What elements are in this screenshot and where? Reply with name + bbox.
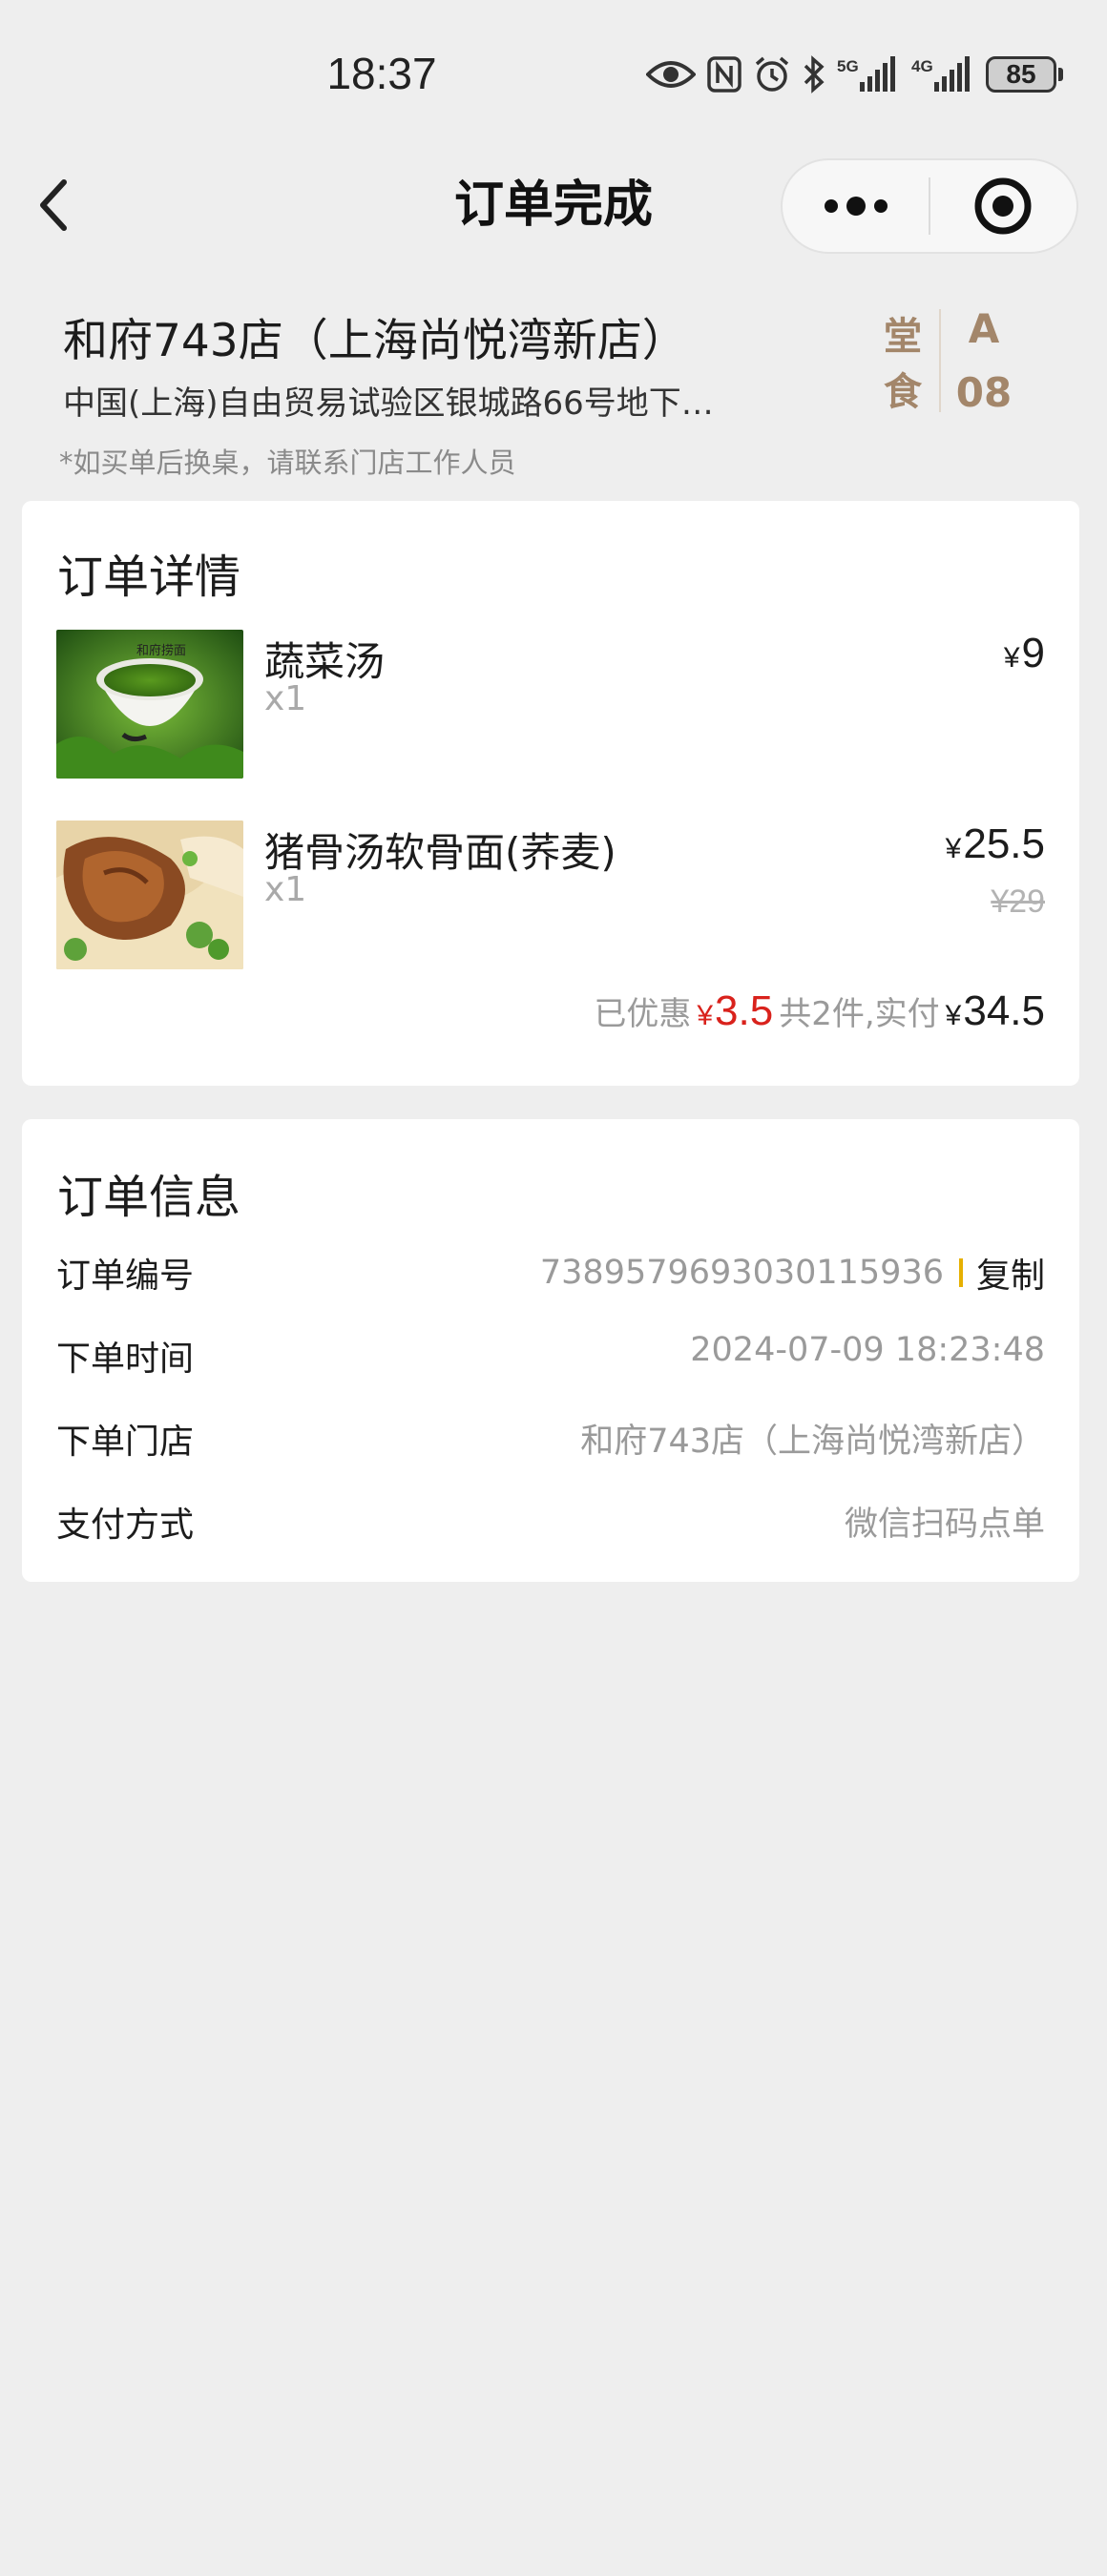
store-name: 和府743店（上海尚悦湾新店） — [63, 315, 687, 367]
order-info-card: 订单信息 订单编号 7389579693030115936 复制 下单时间 20… — [22, 1119, 1079, 1582]
info-value: 7389579693030115936 复制 — [540, 1248, 1045, 1298]
svg-text:和府捞面: 和府捞面 — [136, 643, 186, 658]
battery-icon: 85 — [986, 56, 1063, 93]
target-close-icon — [974, 177, 1032, 235]
more-dots-icon — [824, 197, 888, 216]
info-label: 订单编号 — [56, 1257, 195, 1296]
info-label: 下单时间 — [56, 1340, 195, 1379]
close-miniprogram-button[interactable] — [930, 160, 1076, 252]
list-item[interactable]: 和府捞面 蔬菜汤 x1 ¥9 — [56, 630, 1045, 782]
copy-button[interactable]: 复制 — [976, 1248, 1045, 1298]
copy-divider — [958, 1258, 963, 1287]
store-address: 中国(上海)自由贸易试验区银城路66号地下… — [63, 384, 714, 423]
item-count-label: 共2件,实付 — [779, 995, 940, 1033]
store-header: 和府743店（上海尚悦湾新店） 中国(上海)自由贸易试验区银城路66号地下… — [63, 303, 846, 424]
back-button[interactable] — [25, 172, 82, 239]
item-quantity: x1 — [264, 870, 307, 909]
status-time: 18:37 — [326, 49, 437, 98]
info-value: 2024-07-09 18:23:48 — [690, 1331, 1045, 1369]
item-name: 猪骨汤软骨面(荞麦) — [264, 829, 616, 876]
order-detail-title: 订单详情 — [57, 551, 241, 604]
info-row-payment-method: 支付方式 微信扫码点单 — [56, 1497, 1045, 1545]
item-price: ¥25.5 — [945, 821, 1045, 867]
item-price: ¥9 — [1003, 630, 1045, 676]
order-summary: 已优惠 ¥3.5 共2件,实付 ¥34.5 — [594, 987, 1045, 1035]
chevron-left-icon — [40, 179, 67, 231]
total-paid: ¥34.5 — [945, 987, 1045, 1034]
nav-bar: 订单完成 — [0, 143, 1107, 267]
bluetooth-icon — [803, 55, 825, 93]
status-bar: 18:37 5G 4G 85 — [0, 0, 1107, 143]
svg-text:4G: 4G — [911, 57, 933, 75]
info-label: 下单门店 — [56, 1423, 195, 1462]
eye-icon — [646, 57, 696, 92]
list-item[interactable]: 猪骨汤软骨面(荞麦) x1 ¥25.5 ¥29 — [56, 821, 1045, 973]
item-image-vegetable-soup: 和府捞面 — [56, 630, 243, 779]
info-value: 微信扫码点单 — [844, 1506, 1045, 1544]
dine-type: 堂 食 — [884, 315, 922, 414]
table-change-notice: *如买单后换桌，请联系门店工作人员 — [59, 447, 516, 479]
status-icons: 5G 4G 85 — [646, 52, 1063, 97]
svg-text:5G: 5G — [837, 57, 859, 75]
info-value: 和府743店（上海尚悦湾新店） — [580, 1423, 1045, 1461]
battery-level: 85 — [986, 56, 1056, 93]
item-quantity: x1 — [264, 679, 307, 718]
item-image-pork-bone-noodle — [56, 821, 243, 969]
more-button[interactable] — [783, 160, 929, 252]
order-info-title: 订单信息 — [57, 1171, 241, 1224]
info-row-order-time: 下单时间 2024-07-09 18:23:48 — [56, 1331, 1045, 1379]
page-title: 订单完成 — [453, 177, 653, 234]
item-original-price: ¥29 — [991, 883, 1045, 920]
order-detail-card: 订单详情 和府捞面 蔬菜汤 x1 ¥9 猪骨汤软骨面(荞麦) x1 ¥25.5 … — [22, 501, 1079, 1086]
signal-4g-icon: 4G — [911, 55, 974, 93]
info-row-order-store: 下单门店 和府743店（上海尚悦湾新店） — [56, 1414, 1045, 1462]
info-row-order-number: 订单编号 7389579693030115936 复制 — [56, 1248, 1045, 1296]
discount-amount: ¥3.5 — [697, 987, 774, 1034]
miniprogram-capsule — [781, 158, 1078, 254]
nfc-icon — [707, 56, 741, 93]
signal-5g-icon: 5G — [837, 55, 900, 93]
order-number: 7389579693030115936 — [539, 1254, 944, 1292]
info-label: 支付方式 — [56, 1506, 195, 1545]
table-number: A 08 — [955, 305, 1013, 416]
dine-info: 堂 食 A 08 — [876, 303, 1019, 418]
discount-label: 已优惠 — [594, 995, 692, 1033]
alarm-icon — [753, 55, 791, 93]
